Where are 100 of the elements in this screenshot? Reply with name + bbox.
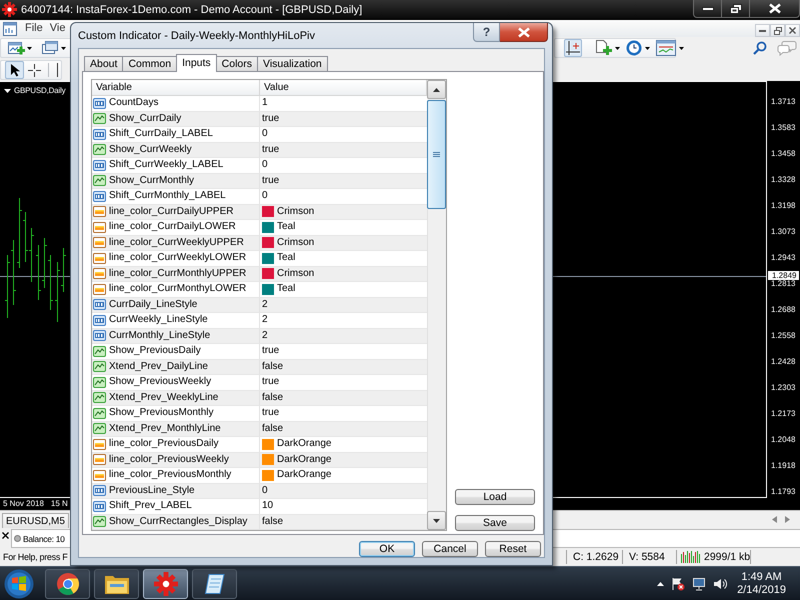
table-row[interactable]: Show_CurrDaily true: [92, 112, 427, 127]
left-arrow-icon[interactable]: [772, 516, 777, 523]
reset-button[interactable]: Reset: [485, 541, 541, 557]
taskbar-button[interactable]: [94, 568, 139, 598]
price-label: 1.3328: [770, 175, 796, 184]
table-row[interactable]: CountDays 1: [92, 96, 427, 112]
table-row[interactable]: Shift_CurrDaily_LABEL 0: [92, 127, 427, 142]
date-label: 15 N: [50, 498, 68, 510]
table-row[interactable]: Show_CurrMonthly true: [92, 174, 427, 189]
table-row[interactable]: line_color_PreviousMonthly DarkOrange: [92, 468, 427, 484]
chart-window-icon[interactable]: [3, 22, 17, 36]
variable-name: Xtend_Prev_MonthlyLine: [109, 422, 221, 435]
table-row[interactable]: Shift_CurrWeekly_LABEL 0: [92, 158, 427, 174]
table-row[interactable]: line_color_CurrWeeklyLOWER Teal: [92, 251, 427, 266]
table-row[interactable]: Show_CurrRectangles_Display false: [92, 514, 427, 530]
close-button[interactable]: [750, 0, 800, 18]
tab[interactable]: Colors: [216, 56, 258, 71]
table-row[interactable]: line_color_CurrMonthyLOWER Teal: [92, 282, 427, 298]
date-label: 5 Nov 2018: [3, 498, 44, 510]
speaker-icon[interactable]: [713, 576, 728, 590]
caret-icon[interactable]: [679, 46, 684, 50]
windows-icon[interactable]: [41, 40, 59, 56]
caret-icon[interactable]: [61, 46, 66, 50]
chart-tab[interactable]: EURUSD,M5: [2, 513, 69, 528]
menu-item[interactable]: File: [22, 21, 46, 36]
table-row[interactable]: line_color_CurrDailyUPPER Crimson: [92, 204, 427, 220]
pointer-button[interactable]: [5, 61, 24, 79]
table-row[interactable]: Show_CurrWeekly true: [92, 142, 427, 158]
clock-date[interactable]: 2/14/2019: [737, 584, 786, 596]
column-header[interactable]: Value: [260, 80, 427, 96]
cancel-button[interactable]: Cancel: [422, 541, 478, 557]
window-plus-icon[interactable]: [7, 40, 25, 56]
minimize-icon: [702, 6, 714, 10]
window-title: 64007144: InstaForex-1Demo.com - Demo Account - [GBPUSD,Daily]: [21, 3, 362, 18]
table-row[interactable]: Xtend_Prev_DailyLine false: [92, 360, 427, 375]
help-hint: For Help, press F: [3, 552, 68, 562]
scroll-up-button[interactable]: [427, 80, 446, 99]
dialog-title: Custom Indicator - Daily-Weekly-MonthlyHiLoPiv: [78, 29, 315, 42]
clock-icon[interactable]: [626, 40, 642, 56]
circle-icon: [14, 535, 21, 542]
table-row[interactable]: line_color_CurrDailyLOWER Teal: [92, 220, 427, 236]
current-price-label: 1.2849: [768, 271, 800, 280]
menu-item[interactable]: Vie: [46, 21, 68, 36]
load-button[interactable]: Load: [455, 489, 535, 505]
table-row[interactable]: CurrMonthly_LineStyle 2: [92, 328, 427, 344]
ok-button[interactable]: OK: [359, 541, 415, 557]
traffic-info: 2999/1 kb: [704, 551, 750, 563]
table-row[interactable]: PreviousLine_Style 0: [92, 484, 427, 499]
help-button[interactable]: ?: [473, 23, 500, 42]
collapse-triangle-icon[interactable]: [4, 88, 11, 92]
chart-axes-button[interactable]: [564, 39, 582, 57]
right-arrow-icon[interactable]: [785, 516, 790, 523]
table-row[interactable]: Xtend_Prev_MonthlyLine false: [92, 422, 427, 437]
table-row[interactable]: Show_PreviousWeekly true: [92, 375, 427, 390]
tab[interactable]: Inputs: [176, 54, 217, 72]
column-header[interactable]: Variable: [92, 80, 260, 96]
chart-template-icon[interactable]: [656, 40, 676, 56]
taskbar-button[interactable]: [192, 568, 237, 598]
scroll-thumb[interactable]: [427, 100, 446, 209]
table-row[interactable]: line_color_CurrMonthlyUPPER Crimson: [92, 266, 427, 282]
color-bar-icon: [93, 268, 106, 280]
tab[interactable]: Visualization: [257, 56, 328, 71]
table-row[interactable]: line_color_PreviousWeekly DarkOrange: [92, 452, 427, 468]
tab[interactable]: Common: [122, 56, 178, 71]
scroll-down-button[interactable]: [427, 511, 446, 530]
document-plus-icon[interactable]: [594, 39, 612, 57]
table-row[interactable]: CurrWeekly_LineStyle 2: [92, 313, 427, 328]
vertical-line-icon[interactable]: [56, 63, 59, 77]
minimize-button[interactable]: [693, 0, 722, 18]
flag-warning-icon[interactable]: [671, 576, 686, 590]
table-row[interactable]: line_color_PreviousDaily DarkOrange: [92, 437, 427, 452]
crosshair-icon[interactable]: [28, 64, 41, 76]
caret-icon[interactable]: [615, 46, 620, 50]
save-button[interactable]: Save: [455, 515, 535, 531]
clock-time[interactable]: 1:49 AM: [741, 570, 782, 584]
number-type-icon: [93, 160, 106, 171]
taskbar-button[interactable]: [143, 568, 188, 598]
close-button[interactable]: [500, 23, 548, 42]
parameter-value: Crimson: [277, 236, 314, 249]
four-pane-logo-icon[interactable]: [4, 568, 34, 598]
up-triangle-icon[interactable]: [657, 582, 664, 586]
table-row[interactable]: Show_PreviousDaily true: [92, 344, 427, 360]
notepad-icon: [204, 572, 226, 594]
network-monitor-icon[interactable]: [692, 576, 706, 590]
tab[interactable]: About: [84, 56, 124, 71]
table-row[interactable]: Shift_Prev_LABEL 10: [92, 499, 427, 514]
variable-name: line_color_CurrMonthyLOWER: [109, 283, 246, 296]
table-row[interactable]: Xtend_Prev_WeeklyLine false: [92, 390, 427, 406]
caret-icon[interactable]: [27, 46, 32, 50]
parameter-value: DarkOrange: [277, 438, 332, 450]
table-row[interactable]: Shift_CurrMonthly_LABEL 0: [92, 189, 427, 204]
search-icon[interactable]: [753, 41, 767, 55]
table-row[interactable]: Show_PreviousMonthly true: [92, 406, 427, 422]
table-row[interactable]: line_color_CurrWeeklyUPPER Crimson: [92, 236, 427, 251]
number-type-icon: [93, 98, 106, 109]
table-row[interactable]: CurrDaily_LineStyle 2: [92, 298, 427, 313]
close-icon[interactable]: [2, 532, 9, 539]
caret-icon[interactable]: [645, 46, 650, 50]
taskbar-button[interactable]: [45, 568, 90, 598]
restore-button[interactable]: [722, 0, 750, 18]
